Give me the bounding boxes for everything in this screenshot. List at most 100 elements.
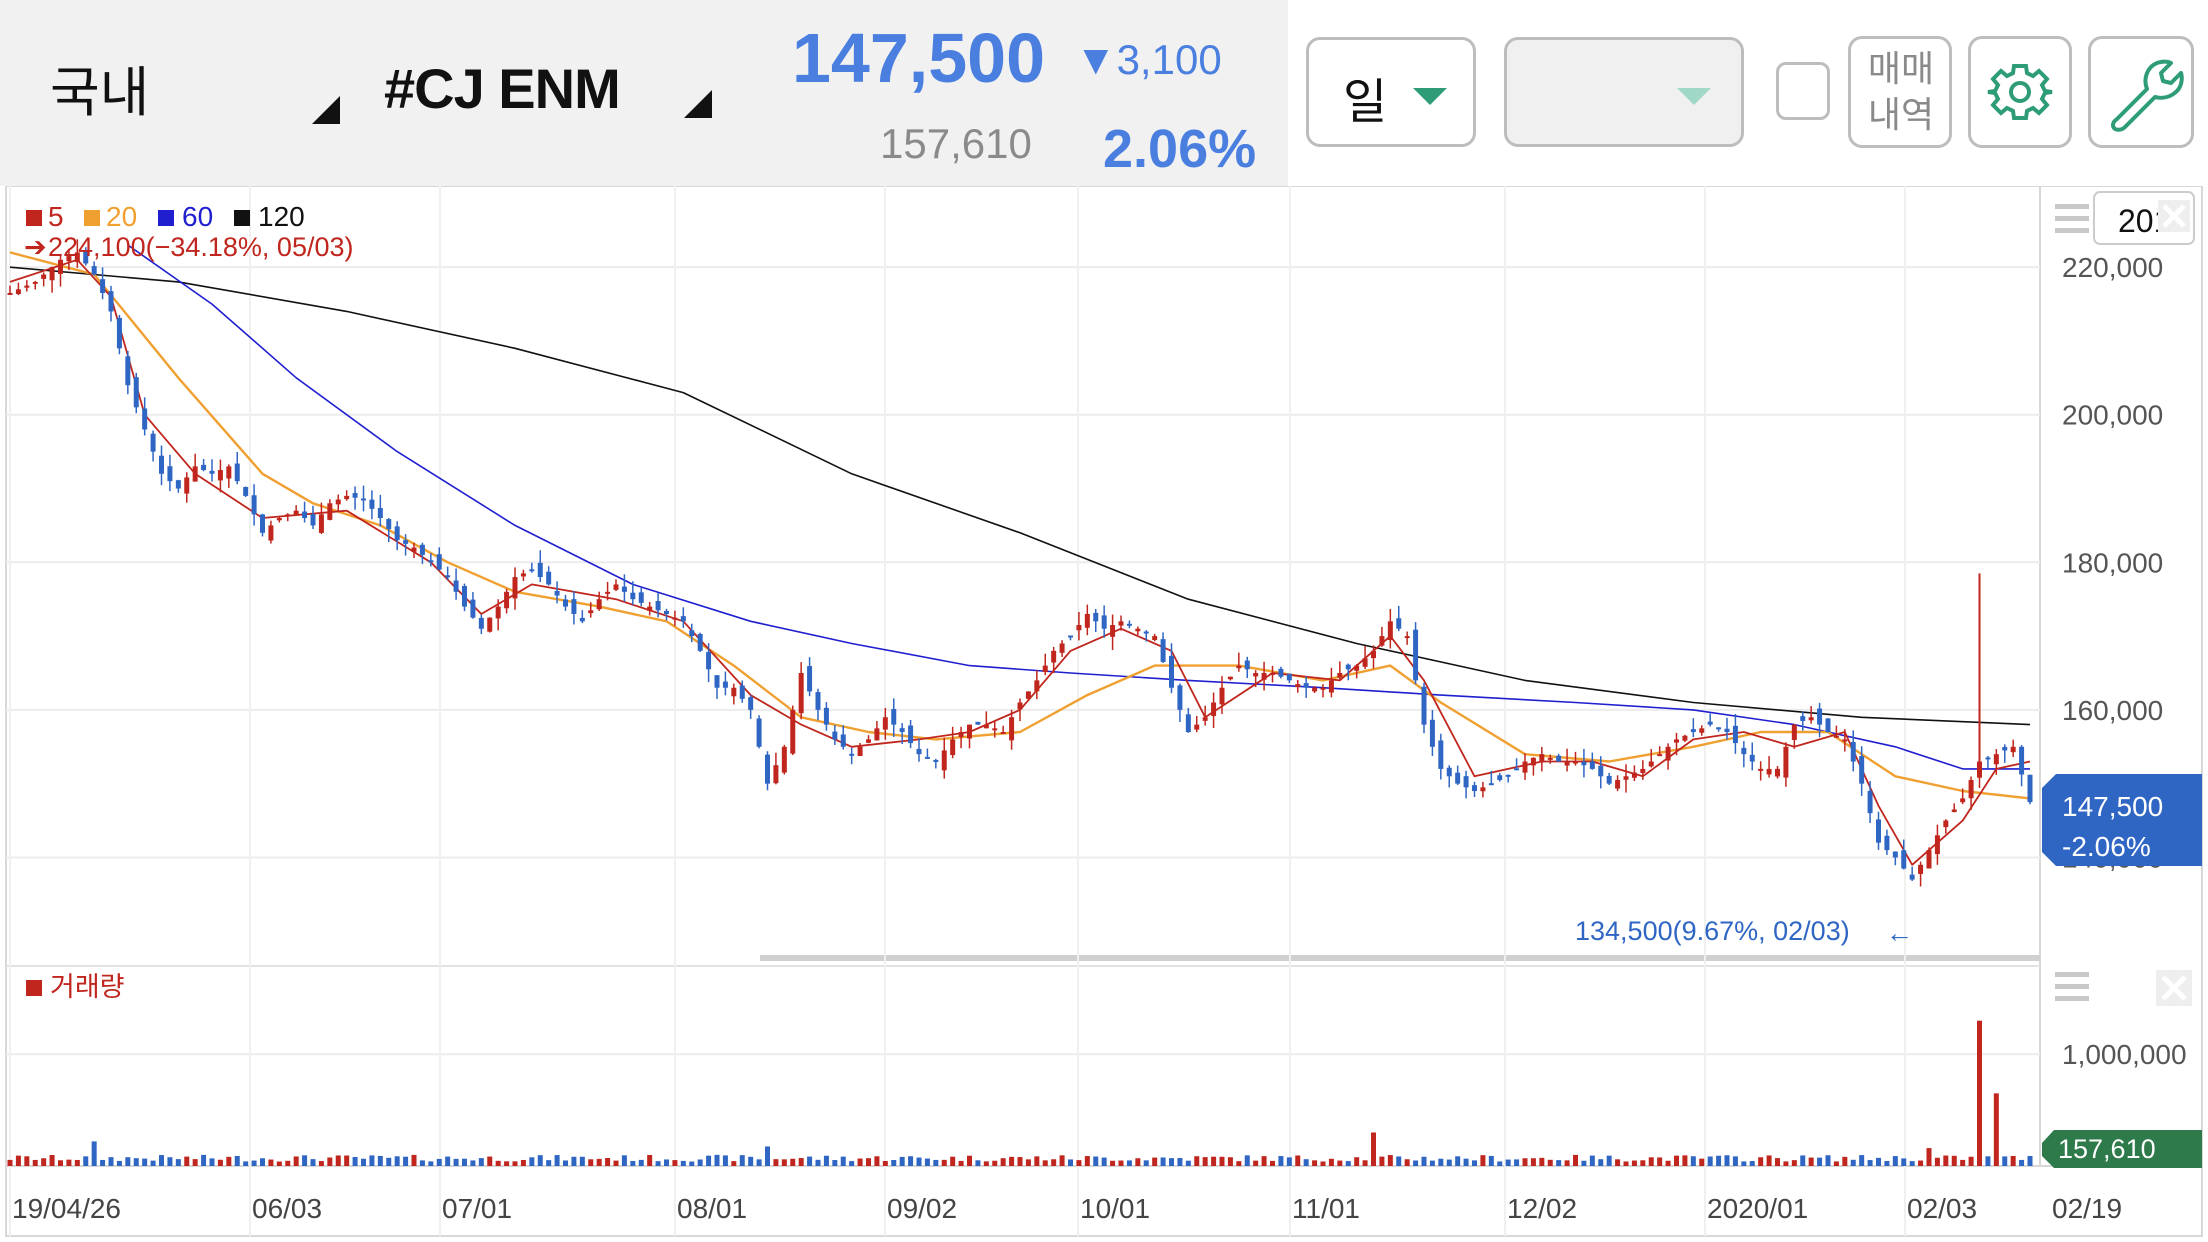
volume-bar [529,1157,535,1166]
candle-body [950,739,956,756]
candle-body [512,577,518,599]
compare-checkbox[interactable] [1776,62,1830,120]
candle-body [1732,725,1738,744]
tools-button[interactable] [2088,36,2194,148]
volume-bar [579,1156,585,1166]
volume-bar [1000,1158,1006,1166]
candle-body [100,279,106,293]
candle-body [1219,687,1225,705]
candle-body [1808,717,1814,721]
candle-body [1505,774,1511,777]
volume-bar [1362,1160,1368,1166]
volume-bar [1850,1159,1856,1166]
indicator-selector[interactable] [1504,37,1744,147]
candle-body [1859,756,1865,784]
volume-bar [748,1156,754,1166]
candle-body [1842,739,1848,742]
candle-body [1741,747,1747,755]
volume-bar [849,1161,855,1166]
chevron-down-icon [1413,88,1447,105]
candle-body [234,463,240,482]
volume-bar [1042,1160,1048,1166]
candle-body [630,592,636,600]
candle-body [655,601,661,611]
volume-bar [1169,1158,1174,1166]
volume-bar [184,1156,190,1166]
candle-body [251,495,257,515]
stock-dropdown-icon[interactable] [684,90,712,118]
candle-body [697,633,703,651]
volume-bar [1396,1156,1402,1166]
volume-bar [563,1160,568,1166]
settings-button[interactable] [1968,36,2072,148]
candle-body [722,681,728,688]
volume-bar [1270,1160,1275,1166]
volume-bar [1817,1157,1823,1166]
volume-bar [318,1161,324,1166]
volume-bar [756,1159,762,1166]
candle-body [647,606,653,611]
volume-bar [209,1158,215,1166]
volume-bar [1286,1157,1292,1166]
volume-bar [1674,1155,1679,1166]
volume-bar [167,1157,173,1166]
volume-bar [672,1160,678,1166]
candle-body [756,718,762,747]
close-icon[interactable] [2158,200,2190,232]
volume-bar [1009,1156,1015,1166]
market-selector[interactable]: 국내 [50,48,149,127]
volume-bar [520,1159,526,1166]
candle-body [1657,754,1663,757]
candle-body [504,591,510,609]
price-axis-label: 200,000 [2062,400,2163,431]
volume-close-icon[interactable] [2156,970,2192,1006]
volume-bar [613,1160,619,1166]
candle-body [1876,819,1881,843]
volume-bar [1606,1155,1612,1166]
volume-bar [1118,1160,1124,1166]
trade-history-button[interactable]: 매매 내역 [1848,36,1952,148]
volume-bar [1783,1161,1789,1166]
candle-body [672,617,678,620]
volume-bar [605,1157,611,1166]
candle-body [1547,757,1553,760]
candle-body [302,511,308,519]
candle-body [537,562,543,578]
candle-body [276,518,282,521]
volume-bar [1025,1159,1031,1166]
candle-body [243,487,249,496]
candle-body [1556,755,1562,762]
price-tag-value: 147,500 [2062,791,2163,822]
candle-body [1362,658,1368,667]
volume-bar [1640,1160,1646,1166]
legend-label-5: 5 [48,201,64,232]
volume-bar [2010,1155,2016,1166]
volume-menu-icon[interactable] [2055,972,2089,1001]
volume-bar [866,1158,871,1166]
period-selector[interactable]: 일 [1306,37,1476,147]
candle-body [1177,685,1183,710]
chart-scrollbar[interactable] [760,955,2040,961]
market-dropdown-icon[interactable] [312,96,340,124]
candle-body [1707,721,1713,725]
candle-body [1993,754,1999,765]
volume-bar [1749,1161,1755,1166]
volume-bar [428,1161,434,1166]
volume-bar [100,1159,106,1166]
chart-area[interactable]: 220,000200,000180,000160,000140,0001,000… [0,186,2208,1242]
volume-bar [386,1157,392,1166]
volume-bar [293,1156,299,1166]
volume-bar [1345,1161,1351,1166]
volume-bar [41,1158,47,1166]
candle-body [352,493,358,498]
candle-body [1093,612,1099,622]
candle-body [1337,672,1343,678]
wrench-icon [2111,59,2184,132]
volume-bar [58,1160,63,1166]
menu-icon[interactable] [2055,204,2089,233]
volume-bar [1126,1160,1132,1166]
candle-body [832,731,838,740]
candle-body [891,709,897,725]
stock-selector[interactable]: #CJ ENM [384,56,621,121]
candle-body [1918,864,1924,874]
